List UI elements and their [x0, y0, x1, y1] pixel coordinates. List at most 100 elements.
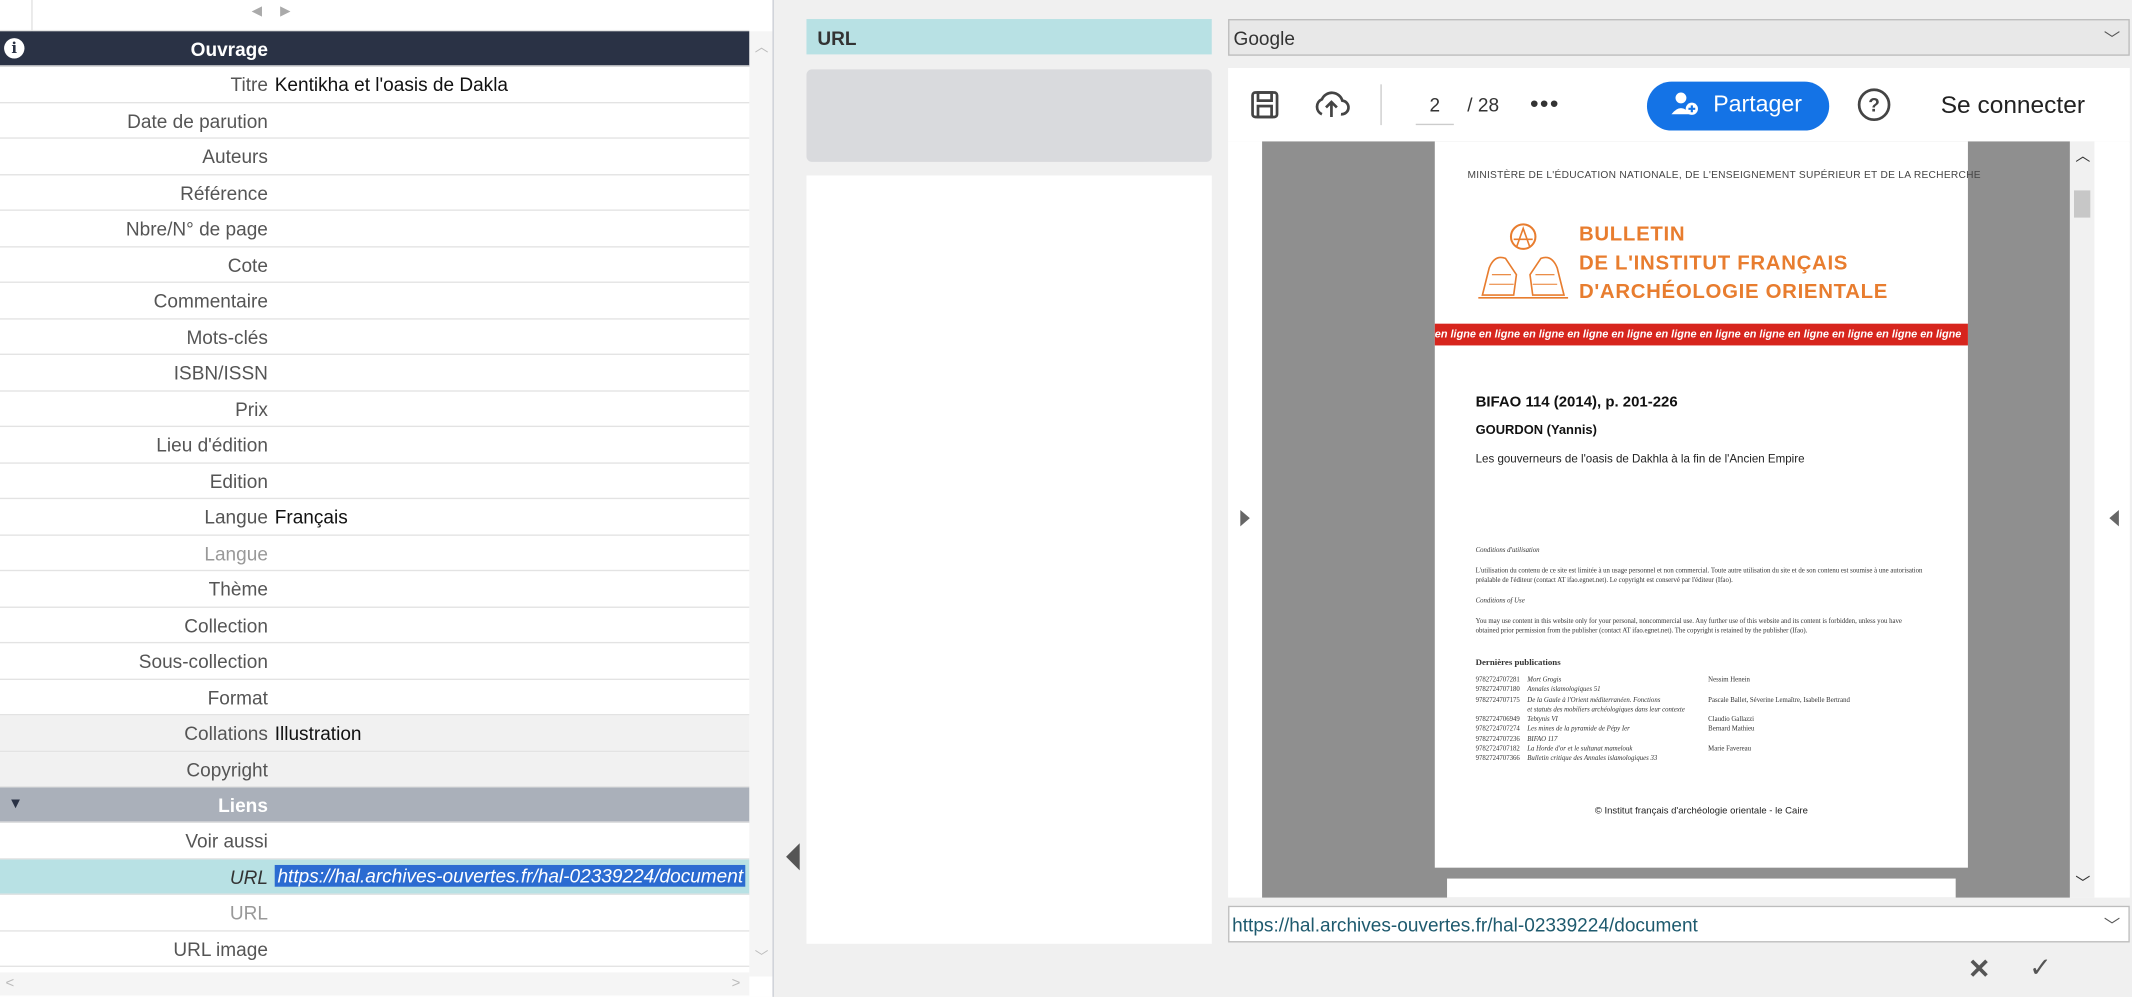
- publication-author: Pascale Ballet, Séverine Lemaître, Isabe…: [1708, 697, 1850, 704]
- chevron-down-icon[interactable]: ﹀: [2104, 27, 2120, 50]
- field-label: URL: [229, 865, 268, 888]
- pdf-vertical-scrollbar[interactable]: ︿ ﹀: [2069, 141, 2095, 898]
- page-number-input[interactable]: 2: [1415, 94, 1454, 126]
- scroll-up-icon[interactable]: ︿: [755, 35, 769, 56]
- save-icon[interactable]: [1250, 90, 1280, 128]
- form-row[interactable]: Nbre/N° de page: [0, 211, 750, 247]
- scrollbar-thumb[interactable]: [2074, 190, 2091, 218]
- url-input[interactable]: https://hal.archives-ouvertes.fr/hal-023…: [1228, 905, 2130, 943]
- form-row[interactable]: Edition: [0, 463, 750, 500]
- toolbar-divider: [1380, 84, 1382, 126]
- sign-in-link[interactable]: Se connecter: [1941, 91, 2085, 120]
- form-row[interactable]: Référence: [0, 175, 750, 211]
- record-form-panel: ◀ ▶ i Ouvrage Titre Kentikha et l'oasis d…: [0, 0, 774, 997]
- confirm-icon[interactable]: ✓: [2029, 951, 2052, 985]
- form-row[interactable]: Commentaire: [0, 283, 750, 319]
- chevron-down-icon[interactable]: ﹀: [2104, 914, 2120, 937]
- form-row[interactable]: Lieu d'édition: [0, 427, 750, 464]
- section-title: Ouvrage: [190, 38, 268, 60]
- conditions-en-text: You may use content in this website only…: [1475, 618, 1902, 636]
- expand-left-icon[interactable]: [1240, 510, 1250, 527]
- search-engine-select[interactable]: Google ﹀: [1228, 19, 2130, 56]
- publication-title: Tebtynis VI: [1527, 716, 1558, 724]
- cancel-icon[interactable]: ✕: [1968, 952, 1991, 986]
- preview-panel: [806, 175, 1212, 944]
- form-row[interactable]: Titre Kentikha et l'oasis de Dakla: [0, 67, 750, 103]
- scroll-right-icon[interactable]: ▶: [280, 4, 290, 19]
- form-row[interactable]: ISBN/ISSN: [0, 355, 750, 391]
- scroll-down-icon[interactable]: ﹀: [755, 945, 769, 966]
- link-row[interactable]: URL https://hal.archives-ouvertes.fr/hal-…: [0, 858, 750, 895]
- collapse-panel-arrow-icon[interactable]: [786, 843, 800, 871]
- publication-title: De la Gaule à l'Orient méditerranéen. Fo…: [1527, 697, 1661, 704]
- scroll-up-icon[interactable]: ︿: [2075, 144, 2090, 166]
- form-row[interactable]: Prix: [0, 391, 750, 428]
- form-vertical-scrollbar[interactable]: ︿ ﹀: [749, 31, 773, 977]
- publication-title: Annales islamologiques 51: [1527, 687, 1601, 695]
- publications-list: 9782724707281 Mort Grogis Nessim Henein 978…: [1476, 677, 1938, 766]
- search-engine-value: Google: [1233, 27, 1295, 49]
- field-label: Copyright: [186, 758, 268, 780]
- share-label: Partager: [1713, 91, 1802, 117]
- field-label: Format: [207, 686, 268, 708]
- publication-row: 9782724707236 BIFAO 117: [1476, 737, 1938, 747]
- url-input-value: https://hal.archives-ouvertes.fr/hal-023…: [1232, 913, 1698, 936]
- publication-row: 9782724707366 Bulletin critique des Annal…: [1476, 757, 1938, 767]
- publication-isbn: 9782724707274: [1475, 726, 1520, 734]
- field-value[interactable]: Français: [275, 506, 348, 528]
- scroll-right-icon[interactable]: >: [732, 975, 741, 991]
- form-rows: i Ouvrage Titre Kentikha et l'oasis de Da…: [0, 31, 750, 967]
- field-value[interactable]: https://hal.archives-ouvertes.fr/hal-023…: [274, 864, 746, 887]
- pdf-page: MINISTÈRE DE L'ÉDUCATION NATIONALE, DE L…: [1434, 141, 1981, 868]
- form-horizontal-scrollbar[interactable]: < >: [0, 972, 750, 996]
- cloud-upload-icon[interactable]: [1312, 90, 1350, 128]
- publication-title: et statuts des mobiliers archéologiques …: [1527, 707, 1685, 714]
- form-row[interactable]: Date de parution: [0, 103, 750, 139]
- scroll-left-icon[interactable]: ◀: [252, 4, 262, 19]
- field-label: Voir aussi: [185, 829, 268, 852]
- bulletin-line-3: D'ARCHÉOLOGIE ORIENTALE: [1578, 280, 1889, 304]
- field-label: Langue: [204, 541, 268, 564]
- field-label: ISBN/ISSN: [173, 361, 268, 384]
- article-author: GOURDON (Yannis): [1475, 422, 1597, 438]
- bulletin-title: BULLETIN DE L'INSTITUT FRANÇAIS D'ARCHÉO…: [1579, 220, 1888, 306]
- field-value[interactable]: Kentikha et l'oasis de Dakla: [275, 73, 508, 95]
- form-row[interactable]: Thème: [0, 571, 750, 608]
- form-row[interactable]: Sous-collection: [0, 643, 750, 680]
- preview-box: [806, 69, 1212, 162]
- form-row[interactable]: Cote: [0, 247, 750, 283]
- article-title: Les gouverneurs de l'oasis de Dakhla à l…: [1475, 451, 1805, 466]
- form-row[interactable]: Copyright: [0, 751, 750, 788]
- form-row[interactable]: Collations Illustration: [0, 715, 750, 752]
- bulletin-line-2: DE L'INSTITUT FRANÇAIS: [1578, 251, 1849, 275]
- pdf-viewer[interactable]: MINISTÈRE DE L'ÉDUCATION NATIONALE, DE L…: [1228, 141, 2130, 898]
- scroll-left-icon[interactable]: <: [5, 975, 14, 991]
- expand-right-icon[interactable]: [2109, 510, 2119, 527]
- publication-isbn: 9782724707236: [1475, 736, 1520, 744]
- publication-author: Nessim Henein: [1708, 677, 1750, 685]
- publication-title: La Horde d'or et le sultanat mamelouk: [1527, 746, 1633, 754]
- more-options-icon[interactable]: •••: [1530, 90, 1560, 119]
- link-row[interactable]: URL: [0, 895, 750, 931]
- publication-row: 9782724707274 Les mines de la pyramide de…: [1476, 727, 1938, 737]
- link-row[interactable]: Voir aussi: [0, 823, 750, 859]
- publication-row: et statuts des mobiliers archéologiques …: [1476, 707, 1938, 717]
- field-value[interactable]: Illustration: [275, 722, 362, 744]
- form-row[interactable]: Mots-clés: [0, 319, 750, 355]
- article-reference: BIFAO 114 (2014), p. 201-226: [1475, 394, 1678, 411]
- help-icon[interactable]: ?: [1857, 88, 1891, 122]
- form-row[interactable]: Langue: [0, 535, 750, 572]
- link-row[interactable]: URL image: [0, 931, 750, 967]
- form-row[interactable]: Langue Français: [0, 499, 750, 536]
- section-header-liens[interactable]: ▼ Liens: [0, 787, 750, 823]
- conditions-en-heading: Conditions of Use: [1475, 598, 1525, 606]
- share-button[interactable]: Partager: [1646, 81, 1830, 131]
- form-row[interactable]: Format: [0, 679, 750, 716]
- section-header-ouvrage[interactable]: i Ouvrage: [0, 31, 750, 67]
- publication-isbn: [1476, 707, 1528, 717]
- form-row[interactable]: Collection: [0, 607, 750, 644]
- field-label: Prix: [235, 397, 268, 420]
- scroll-down-icon[interactable]: ﹀: [2075, 872, 2090, 894]
- form-row[interactable]: Auteurs: [0, 139, 750, 175]
- publication-row: 9782724707180 Annales islamologiques 51: [1476, 687, 1938, 697]
